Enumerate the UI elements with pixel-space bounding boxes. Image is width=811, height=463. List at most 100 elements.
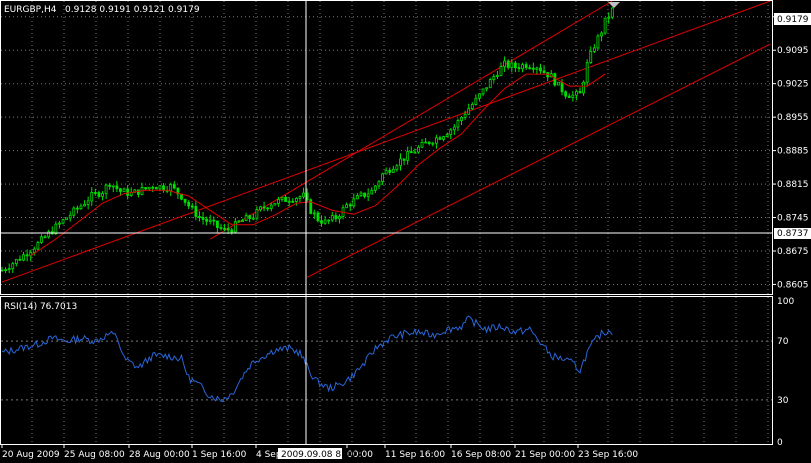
candle-body-bull: [445, 134, 449, 138]
candle-body-bull: [442, 136, 445, 140]
candle-body-bull: [90, 192, 94, 202]
candle-body-bull: [610, 7, 614, 18]
candle-body-bull: [384, 169, 388, 175]
candle-body-bull: [330, 215, 334, 221]
ohlc-label: 0.9128 0.9191 0.9121 0.9179: [65, 5, 200, 15]
crosshair-time-label: 2009.09.08 8:00: [281, 450, 356, 460]
candle-body-bear: [215, 220, 219, 228]
candle-body-bear: [198, 216, 201, 218]
candle-body-bull: [22, 254, 25, 261]
time-tick-label: 20 Aug 2009: [2, 450, 60, 460]
candle-body-bear: [284, 196, 288, 202]
candle-body-bear: [162, 185, 165, 191]
candle-body-bear: [524, 64, 528, 69]
candle-body-bull: [86, 200, 90, 205]
candle-body-bear: [0, 269, 4, 272]
candle-body-bull: [356, 195, 359, 200]
candle-body-bull: [449, 129, 453, 135]
candle-body-bull: [420, 141, 424, 148]
candle-body-bear: [266, 207, 270, 210]
candle-body-bull: [7, 268, 11, 271]
candle-body-bull: [592, 47, 596, 52]
candle-body-bull: [83, 204, 86, 207]
candle-body-bull: [294, 197, 298, 202]
candle-body-bull: [104, 184, 108, 194]
candle-body-bull: [352, 198, 356, 207]
rsi-label: RSI(14) 76.7013: [4, 302, 77, 312]
candle-body-bull: [68, 214, 72, 219]
candle-body-bull: [474, 97, 478, 105]
candle-body-bear: [108, 184, 112, 187]
candle-body-bear: [75, 207, 79, 210]
price-tick-label: 0.8815: [777, 180, 809, 190]
candle-body-bear: [291, 200, 295, 203]
candle-body-bear: [201, 217, 205, 220]
candle-body-bear: [402, 158, 406, 161]
candle-body-bear: [93, 192, 97, 194]
rsi-tick-label: 0: [777, 438, 783, 448]
candle-body-bear: [542, 70, 546, 73]
candle-body-bull: [452, 126, 456, 131]
candle-body-bull: [596, 35, 600, 49]
candle-body-bear: [223, 227, 226, 230]
candle-body-bull: [603, 17, 607, 34]
candle-body-bull: [373, 185, 377, 191]
candle-body-bear: [320, 220, 323, 224]
candle-body-bear: [348, 204, 352, 207]
candle-body-bull: [406, 151, 410, 161]
candle-body-bear: [183, 198, 187, 203]
candle-body-bull: [381, 173, 384, 182]
candle-body-bull: [488, 79, 492, 89]
candle-body-bear: [506, 60, 510, 68]
candle-body-bear: [205, 219, 209, 222]
candle-body-bull: [370, 189, 374, 195]
crosshair-time-marker: 2009.09.08 8:00: [278, 448, 356, 460]
candle-body-bull: [241, 220, 244, 222]
candle-body-bull: [36, 242, 40, 250]
candle-body-bear: [248, 215, 252, 219]
rsi-tick-label: 70: [777, 337, 789, 347]
candle-body-bear: [539, 67, 542, 72]
candle-body-bear: [144, 187, 148, 190]
candle-body-bear: [363, 192, 366, 197]
candle-body-bull: [600, 32, 603, 37]
candle-body-bear: [115, 185, 119, 190]
candle-body-bull: [255, 209, 259, 219]
candle-body-bull: [431, 142, 435, 145]
candle-body-bull: [478, 93, 481, 99]
time-tick-label: 1 Sep 16:00: [192, 450, 247, 460]
candle-body-bull: [456, 120, 460, 128]
candle-body-bull: [251, 217, 255, 220]
candle-body-bear: [578, 91, 582, 94]
candle-body-bear: [97, 192, 101, 197]
candle-body-bear: [190, 205, 194, 208]
candle-body-bear: [334, 215, 338, 220]
candle-body-bull: [269, 204, 273, 209]
candle-body-bull: [4, 269, 7, 272]
candle-body-bull: [463, 113, 467, 118]
candle-body-bear: [513, 62, 517, 69]
candle-body-bull: [58, 222, 61, 225]
candle-body-bear: [43, 236, 47, 239]
candle-body-bull: [323, 219, 327, 224]
candle-body-bear: [427, 141, 431, 144]
candle-body-bull: [417, 146, 420, 153]
candle-body-bull: [158, 185, 162, 190]
candle-body-bull: [359, 192, 363, 197]
price-tick-label: 0.8745: [777, 214, 809, 224]
candle-body-bear: [25, 254, 29, 257]
price-tick-label: 0.8675: [777, 247, 809, 257]
price-chart[interactable]: EURGBP,H4 0.9128 0.9191 0.9121 0.9179 RS…: [0, 0, 811, 463]
candle-body-bear: [187, 201, 191, 207]
candle-body-bull: [424, 141, 428, 144]
candle-body-bear: [553, 73, 557, 86]
candle-body-bull: [111, 185, 115, 188]
candle-body-bear: [262, 206, 266, 209]
candle-body-bear: [438, 137, 442, 140]
candle-body-bull: [496, 75, 499, 77]
candle-body-bear: [137, 189, 140, 195]
time-tick-label: 28 Aug 00:00: [129, 450, 190, 460]
candle-body-bull: [327, 219, 331, 222]
time-tick-label: 25 Aug 08:00: [64, 450, 125, 460]
candle-body-bull: [237, 220, 241, 223]
